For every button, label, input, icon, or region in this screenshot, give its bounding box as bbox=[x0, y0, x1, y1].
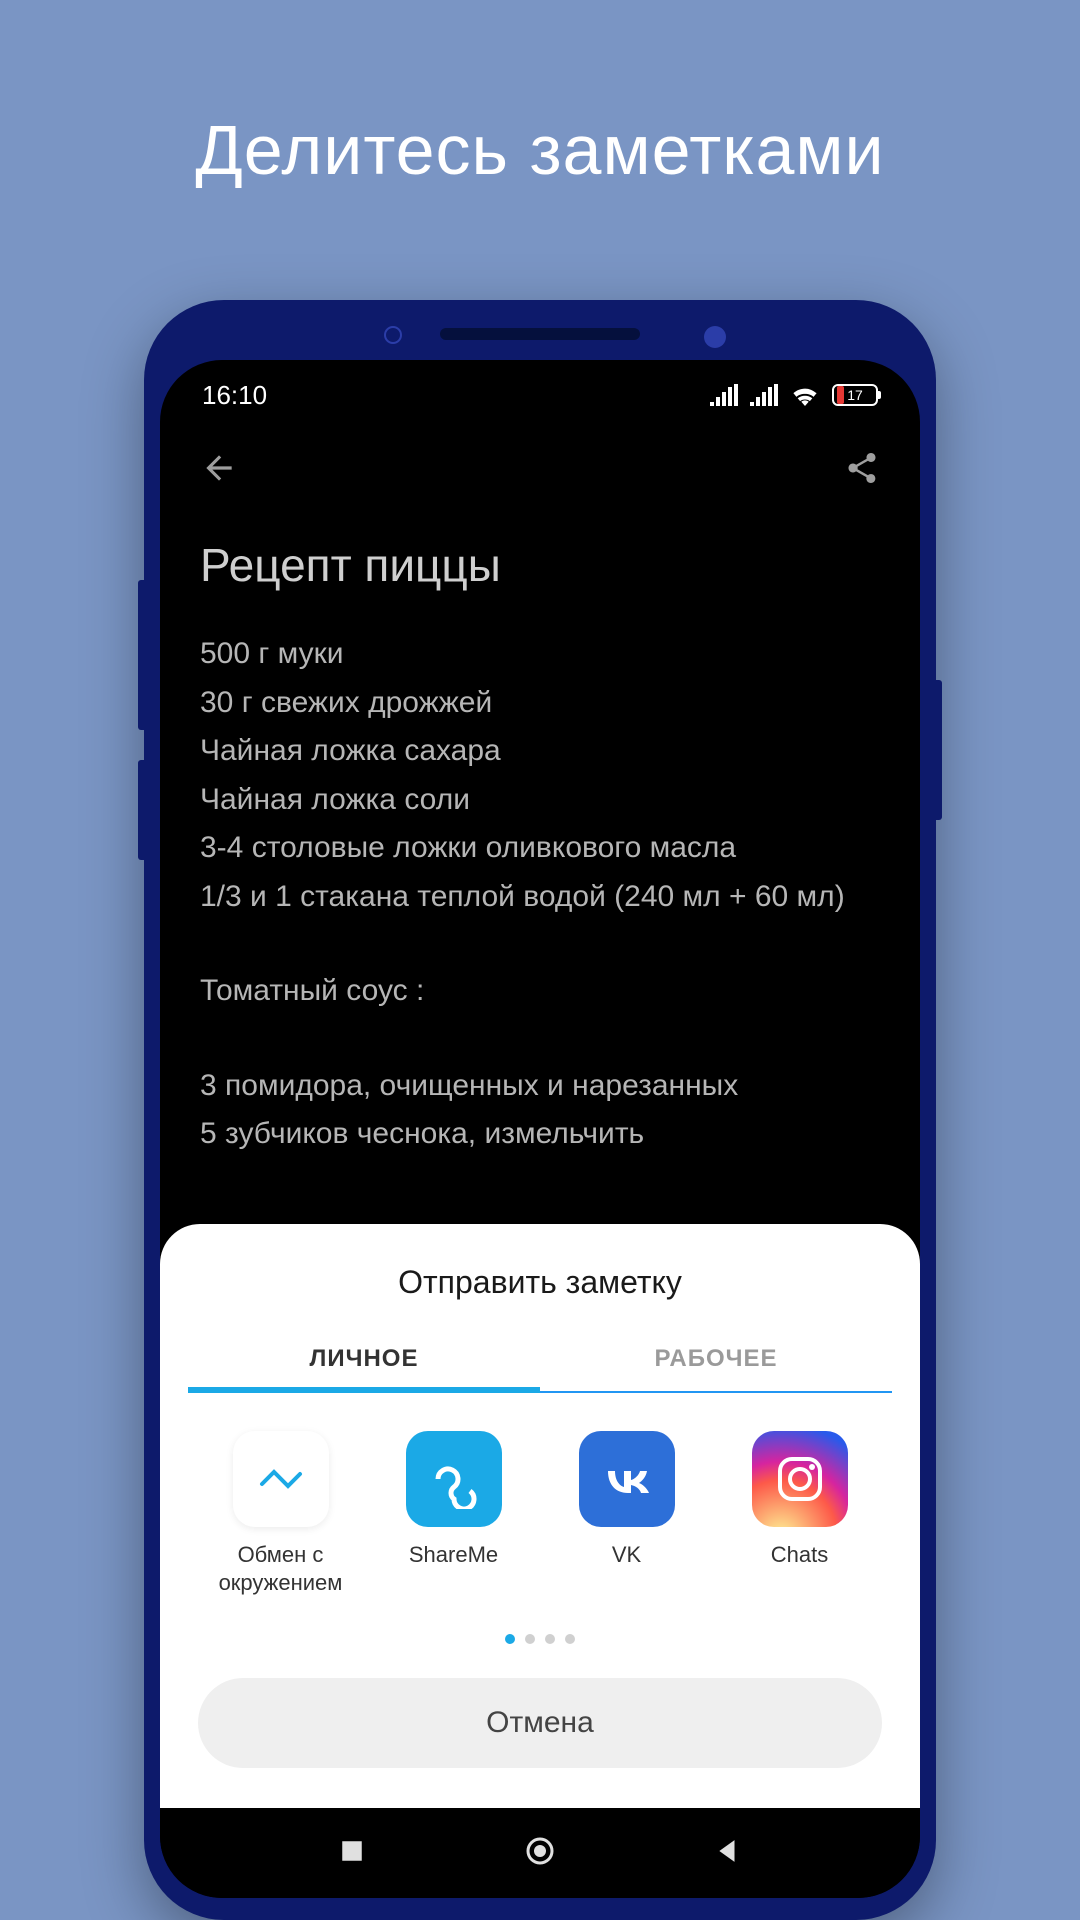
nav-home-button[interactable] bbox=[524, 1835, 556, 1872]
share-app-label: Обмен с окружением bbox=[201, 1541, 361, 1598]
share-sheet-title: Отправить заметку bbox=[188, 1264, 892, 1301]
share-app-label: Chats bbox=[771, 1541, 828, 1570]
phone-sensor bbox=[704, 326, 726, 348]
nav-back-button[interactable] bbox=[715, 1838, 741, 1869]
share-button[interactable] bbox=[844, 450, 880, 491]
phone-camera bbox=[384, 326, 402, 344]
app-bar bbox=[160, 430, 920, 510]
page-dot bbox=[565, 1634, 575, 1644]
phone-frame: 16:10 17 Рецепт пиццы 500 г муки 3 bbox=[144, 300, 936, 1920]
page-dot bbox=[505, 1634, 515, 1644]
back-button[interactable] bbox=[200, 449, 238, 492]
tab-work[interactable]: РАБОЧЕЕ bbox=[540, 1345, 892, 1391]
note-line: 3-4 столовые ложки оливкового масла bbox=[200, 825, 880, 872]
promo-title: Делитесь заметками bbox=[0, 110, 1080, 190]
share-apps-row[interactable]: Обмен с окружением ShareMe VK bbox=[188, 1393, 892, 1616]
wifi-icon bbox=[790, 384, 820, 406]
battery-percent: 17 bbox=[847, 387, 863, 403]
cancel-button[interactable]: Отмена bbox=[198, 1678, 882, 1768]
square-icon bbox=[339, 1838, 365, 1864]
share-sheet-tabs: ЛИЧНОЕ РАБОЧЕЕ bbox=[188, 1345, 892, 1393]
phone-screen: 16:10 17 Рецепт пиццы 500 г муки 3 bbox=[160, 360, 920, 1898]
page-dot bbox=[545, 1634, 555, 1644]
note-line: 3 помидора, очищенных и нарезанных bbox=[200, 1063, 880, 1110]
instagram-icon bbox=[752, 1431, 848, 1527]
status-indicators: 17 bbox=[710, 384, 878, 406]
note-line: Чайная ложка сахара bbox=[200, 728, 880, 775]
page-indicator[interactable] bbox=[188, 1634, 892, 1644]
android-nav-bar bbox=[160, 1808, 920, 1898]
share-app-shareme[interactable]: ShareMe bbox=[374, 1431, 534, 1598]
note-line: Чайная ложка соли bbox=[200, 777, 880, 824]
note-line: 5 зубчиков чеснока, измельчить bbox=[200, 1111, 880, 1158]
arrow-left-icon bbox=[200, 449, 238, 487]
share-app-chats[interactable]: Chats bbox=[720, 1431, 880, 1598]
circle-icon bbox=[524, 1835, 556, 1867]
shareme-icon bbox=[406, 1431, 502, 1527]
note-section: Томатный соус : bbox=[200, 968, 880, 1015]
share-app-nearby[interactable]: Обмен с окружением bbox=[201, 1431, 361, 1598]
share-icon bbox=[844, 450, 880, 486]
share-app-label: ShareMe bbox=[409, 1541, 498, 1570]
volume-down-button bbox=[138, 760, 144, 860]
page-dot bbox=[525, 1634, 535, 1644]
signal-icon bbox=[710, 384, 738, 406]
vk-icon bbox=[579, 1431, 675, 1527]
tab-personal[interactable]: ЛИЧНОЕ bbox=[188, 1345, 540, 1391]
share-app-vk[interactable]: VK bbox=[547, 1431, 707, 1598]
triangle-left-icon bbox=[715, 1838, 741, 1864]
share-app-label: VK bbox=[612, 1541, 641, 1570]
phone-speaker bbox=[440, 328, 640, 340]
volume-up-button bbox=[138, 580, 144, 730]
status-time: 16:10 bbox=[202, 380, 267, 411]
nearby-share-icon bbox=[233, 1431, 329, 1527]
note-line: 500 г муки bbox=[200, 631, 880, 678]
note-line: 30 г свежих дрожжей bbox=[200, 680, 880, 727]
battery-icon: 17 bbox=[832, 384, 878, 406]
power-button bbox=[936, 680, 942, 820]
note-line: 1/3 и 1 стакана теплой водой (240 мл + 6… bbox=[200, 874, 880, 921]
status-bar: 16:10 17 bbox=[160, 360, 920, 430]
note-title: Рецепт пиццы bbox=[200, 530, 880, 601]
signal-icon bbox=[750, 384, 778, 406]
share-sheet: Отправить заметку ЛИЧНОЕ РАБОЧЕЕ Обмен с… bbox=[160, 1224, 920, 1808]
nav-recents-button[interactable] bbox=[339, 1838, 365, 1869]
